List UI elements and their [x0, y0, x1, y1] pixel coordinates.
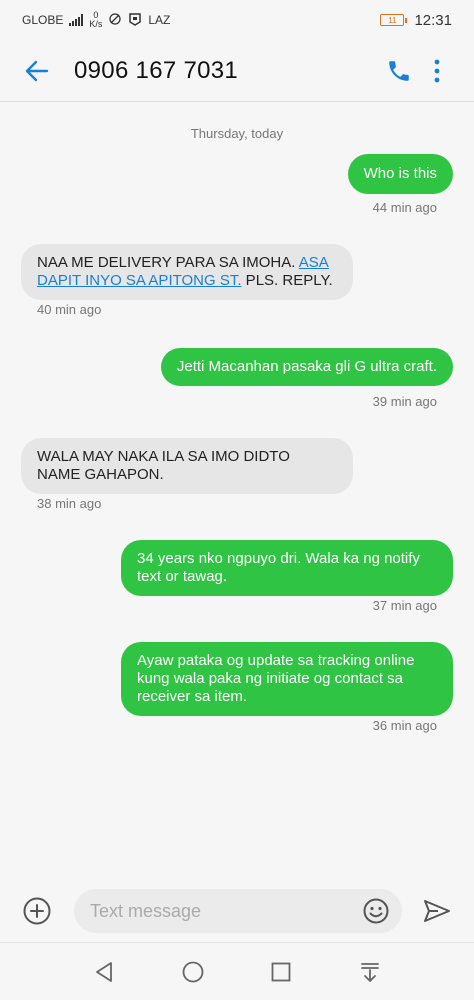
status-left: GLOBE 0 K/s LAZ: [22, 11, 170, 29]
message-input[interactable]: [74, 891, 344, 931]
attach-button[interactable]: [18, 892, 56, 930]
back-button[interactable]: [18, 52, 56, 90]
send-button[interactable]: [418, 892, 456, 930]
battery-icon: 11: [380, 14, 408, 26]
message-text: Jetti Macanhan pasaka gli G ultra craft.: [176, 358, 437, 375]
incoming-message[interactable]: WALA MAY NAKA ILA SA IMO DIDTO NAME GAHA…: [21, 438, 353, 494]
call-button[interactable]: [380, 52, 418, 90]
message-timestamp: 39 min ago: [372, 394, 437, 409]
nav-recents-button[interactable]: [261, 952, 301, 992]
message-timestamp: 44 min ago: [372, 200, 437, 215]
battery-level: 11: [388, 15, 397, 25]
emoji-button[interactable]: [360, 895, 392, 927]
signal-icon: [69, 14, 84, 26]
status-bar: GLOBE 0 K/s LAZ 11 12:31: [0, 0, 474, 40]
carrier-label: GLOBE: [22, 13, 64, 27]
nav-notifications-button[interactable]: [350, 952, 390, 992]
date-separator: Thursday, today: [190, 126, 284, 141]
message-text: 34 years nko ngpuyo dri. Wala ka ng noti…: [137, 550, 420, 585]
more-vertical-icon: [434, 59, 440, 82]
app-tag-label: LAZ: [148, 13, 171, 27]
outgoing-message[interactable]: 34 years nko ngpuyo dri. Wala ka ng noti…: [121, 540, 453, 596]
net-speed-unit: K/s: [89, 19, 103, 29]
nav-home-button[interactable]: [173, 952, 213, 992]
nav-pulldown-icon: [360, 962, 379, 982]
message-timestamp: 38 min ago: [37, 496, 102, 511]
system-nav-bar: [0, 942, 474, 1000]
more-options-button[interactable]: [418, 52, 456, 90]
outgoing-message[interactable]: Ayaw pataka og update sa tracking online…: [121, 642, 453, 716]
nav-back-button[interactable]: [84, 952, 124, 992]
message-text-tail: PLS. REPLY.: [241, 272, 333, 289]
message-text: NAA ME DELIVERY PARA SA IMOHA.: [37, 254, 299, 271]
phone-icon: [389, 60, 409, 81]
clock: 12:31: [414, 11, 452, 29]
message-thread[interactable]: Thursday, today Who is this 44 min ago N…: [0, 102, 474, 880]
outgoing-message[interactable]: Jetti Macanhan pasaka gli G ultra craft.: [160, 348, 453, 386]
contact-number: 0906 167 7031: [74, 56, 239, 84]
message-timestamp: 37 min ago: [372, 598, 437, 613]
arrow-left-icon: [25, 60, 49, 81]
send-icon: [424, 900, 450, 922]
nav-recents-icon: [271, 962, 291, 981]
nav-home-icon: [182, 961, 204, 982]
incoming-message[interactable]: NAA ME DELIVERY PARA SA IMOHA. ASA DAPIT…: [21, 244, 353, 300]
status-right: 11 12:31: [380, 12, 452, 29]
smiley-icon: [363, 898, 389, 924]
message-timestamp: 40 min ago: [37, 302, 102, 317]
message-timestamp: 36 min ago: [372, 718, 437, 733]
conversation-header: 0906 167 7031: [0, 40, 474, 102]
nav-back-icon: [96, 961, 113, 982]
data-saver-icon: [108, 12, 122, 29]
net-speed: 0 K/s: [89, 11, 102, 29]
outgoing-message[interactable]: Who is this: [347, 154, 453, 194]
plus-circle-icon: [23, 897, 51, 925]
message-text: WALA MAY NAKA ILA SA IMO DIDTO NAME GAHA…: [37, 448, 290, 483]
message-text: Ayaw pataka og update sa tracking online…: [137, 652, 415, 705]
message-text: Who is this: [363, 165, 437, 182]
message-input-container: [74, 889, 402, 933]
app-notification-icon: [128, 12, 142, 29]
message-composer: [0, 880, 474, 942]
